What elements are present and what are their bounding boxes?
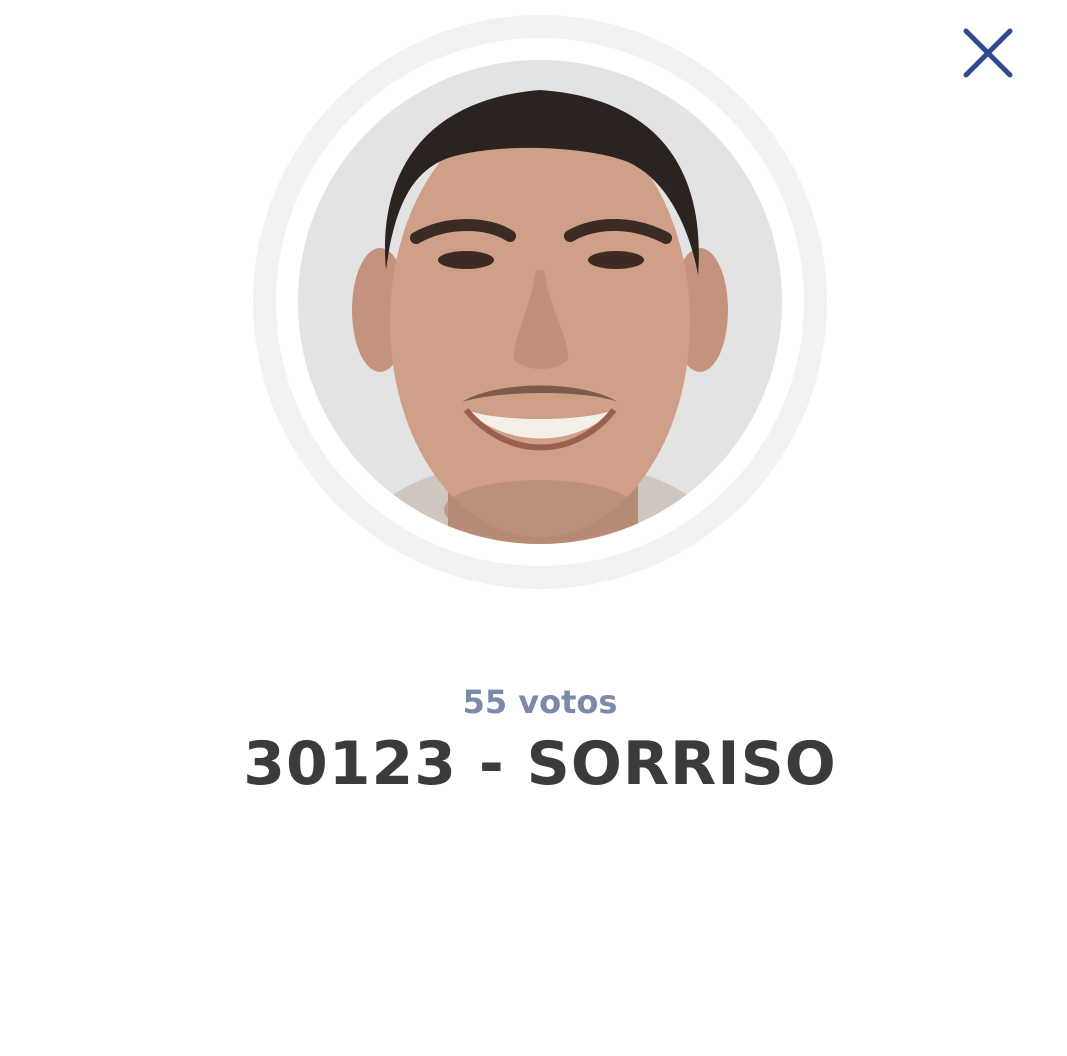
candidate-detail-screen: 55 votos 30123 - SORRISO bbox=[0, 0, 1067, 1056]
votes-count: 55 votos bbox=[462, 683, 618, 721]
close-button[interactable] bbox=[955, 20, 1021, 86]
candidate-photo-illustration bbox=[298, 60, 782, 544]
candidate-title: 30123 - SORRISO bbox=[243, 729, 837, 799]
close-icon bbox=[963, 28, 1013, 78]
candidate-photo bbox=[298, 60, 782, 544]
